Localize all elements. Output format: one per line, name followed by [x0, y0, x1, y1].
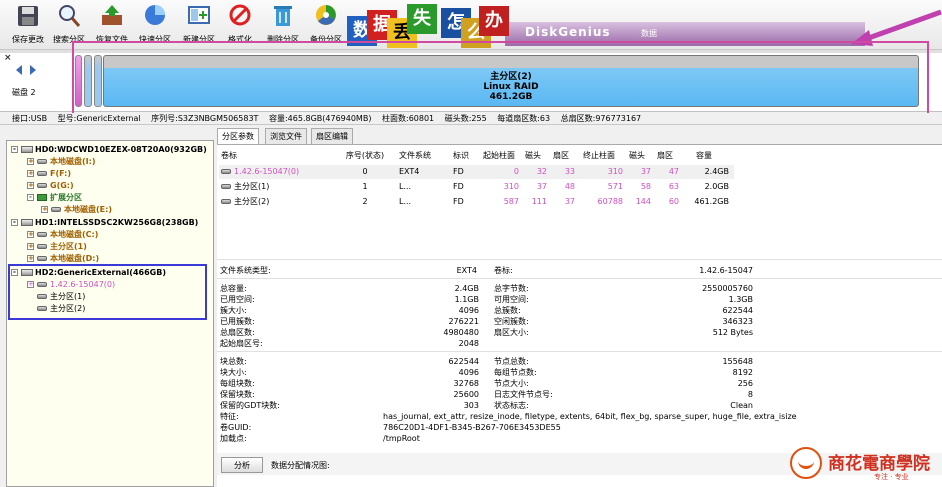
- close-icon[interactable]: ×: [4, 53, 12, 63]
- info-interface: 接口:USB: [12, 114, 48, 123]
- partition-icon: [37, 159, 47, 164]
- table-header: 卷标 序号(状态) 文件系统 标识 起始柱面 磁头 扇区 终止柱面 磁头 扇区 …: [219, 149, 734, 163]
- banner-tile: 办: [479, 6, 509, 36]
- volume-value: 1.42.6-15047: [699, 266, 753, 275]
- search-icon: [59, 5, 81, 27]
- banner-tile: 失: [407, 4, 437, 34]
- col-flag[interactable]: 标识: [453, 149, 469, 163]
- next-disk-icon[interactable]: [30, 65, 36, 75]
- partition-icon: [51, 207, 61, 212]
- tab-sector-edit[interactable]: 扇区编辑: [311, 128, 353, 144]
- tree-node-extended[interactable]: - 扩展分区: [27, 192, 82, 203]
- col-start-head[interactable]: 磁头: [519, 149, 547, 163]
- analyze-button[interactable]: 分析: [221, 457, 263, 473]
- divider: [217, 259, 942, 260]
- tree-node-e[interactable]: + 本地磁盘(E:): [41, 204, 112, 215]
- tab-browse-files[interactable]: 浏览文件: [265, 128, 307, 144]
- tree-node-g[interactable]: + G(G:): [27, 180, 74, 191]
- tree-node-hd0[interactable]: - HD0:WDCWD10EZEX-08T20A0(932GB): [11, 144, 207, 155]
- annotation-box-blue: [8, 264, 207, 320]
- col-index[interactable]: 序号(状态): [339, 149, 391, 163]
- partition-icon: [37, 171, 47, 176]
- diskgenius-window: 保存更改 搜索分区 恢复文件 快速分区 新建分区 格式化 删除分区 备份分区 数…: [0, 0, 942, 487]
- watermark-sub: 专注 · 专业: [874, 473, 909, 481]
- col-capacity[interactable]: 容量: [679, 149, 729, 163]
- allocation-map-label: 数据分配情况图:: [271, 461, 330, 470]
- banner-brand: DiskGenius: [525, 25, 611, 39]
- disk-icon: [21, 219, 33, 226]
- expander[interactable]: -: [27, 194, 34, 201]
- prev-disk-icon[interactable]: [16, 65, 22, 75]
- partition-icon: [221, 169, 231, 174]
- format-icon: [229, 4, 251, 26]
- expander[interactable]: +: [27, 231, 34, 238]
- recover-icon: [102, 5, 122, 25]
- table-row[interactable]: 主分区(1) 1 L... FD 310 37 48 571 58 63 2.0…: [219, 180, 734, 194]
- mount-value: /tmpRoot: [383, 434, 420, 443]
- info-total-sectors: 总扇区数:976773167: [560, 114, 642, 123]
- disk-icon: [21, 146, 33, 153]
- tree-node-i[interactable]: + 本地磁盘(I:): [27, 156, 96, 167]
- partition-params-panel: 卷标 序号(状态) 文件系统 标识 起始柱面 磁头 扇区 终止柱面 磁头 扇区 …: [217, 144, 942, 487]
- partition-icon: [37, 183, 47, 188]
- volume-label: 卷标:: [494, 266, 513, 275]
- banner-brand-sub: 数据: [641, 29, 657, 38]
- table-row[interactable]: 1.42.6-15047(0) 0 EXT4 FD 0 32 33 310 37…: [219, 165, 734, 179]
- disk-label: 磁盘 2: [12, 88, 36, 97]
- col-end-sector[interactable]: 扇区: [651, 149, 679, 163]
- fs-type-value: EXT4: [456, 266, 477, 275]
- partition-icon: [221, 199, 231, 204]
- col-end-cyl[interactable]: 终止柱面: [575, 149, 623, 163]
- col-end-head[interactable]: 磁头: [623, 149, 651, 163]
- fs-type-label: 文件系统类型:: [220, 266, 271, 275]
- expander[interactable]: +: [27, 255, 34, 262]
- info-capacity: 容量:465.8GB(476940MB): [268, 114, 372, 123]
- partition-icon: [221, 184, 231, 189]
- tree-node-d[interactable]: + 本地磁盘(D:): [27, 253, 99, 264]
- new-partition-icon: [188, 6, 210, 24]
- tab-partition-params[interactable]: 分区参数: [217, 128, 259, 145]
- expander[interactable]: +: [27, 182, 34, 189]
- info-heads: 磁头数:255: [444, 114, 487, 123]
- info-serial: 序列号:S3Z3NBGM506583T: [151, 114, 259, 123]
- col-start-cyl[interactable]: 起始柱面: [479, 149, 519, 163]
- tree-node-c[interactable]: + 本地磁盘(C:): [27, 229, 98, 240]
- info-sectors-per-track: 每道扇区数:63: [497, 114, 551, 123]
- partition-icon: [37, 232, 47, 237]
- guid-label: 卷GUID:: [220, 423, 252, 432]
- partition-icon: [37, 244, 47, 249]
- expander[interactable]: +: [41, 206, 48, 213]
- expander[interactable]: -: [11, 219, 18, 226]
- partition-icon: [37, 256, 47, 261]
- tree-node-hd1[interactable]: - HD1:INTELSSDSC2KW256G8(238GB): [11, 217, 198, 228]
- delete-icon: [274, 6, 292, 26]
- watermark-title: 商花電商學院: [828, 454, 930, 474]
- divider: [217, 278, 942, 279]
- tree-node-hd1-primary1[interactable]: + 主分区(1): [27, 241, 87, 252]
- annotation-box-pink: [72, 41, 929, 115]
- features-label: 特征:: [220, 412, 239, 421]
- backup-icon: [316, 5, 336, 25]
- col-start-sector[interactable]: 扇区: [547, 149, 575, 163]
- expander[interactable]: -: [11, 146, 18, 153]
- disk-info-bar: 接口:USB 型号:GenericExternal 序列号:S3Z3NBGM50…: [0, 113, 942, 125]
- table-row[interactable]: 主分区(2) 2 L... FD 587 111 37 60788 144 60…: [219, 195, 734, 209]
- divider: [217, 351, 942, 352]
- watermark-logo-icon: [790, 447, 822, 479]
- features-value: has_journal, ext_attr, resize_inode, fil…: [383, 412, 797, 421]
- col-fs[interactable]: 文件系统: [399, 149, 431, 163]
- tree-node-f[interactable]: + F(F:): [27, 168, 71, 179]
- info-model: 型号:GenericExternal: [57, 114, 141, 123]
- guid-value: 786C20D1-4DF1-B345-B267-706E3453DE55: [383, 423, 561, 432]
- info-cylinders: 柱面数:60801: [382, 114, 435, 123]
- mount-label: 加载点:: [220, 434, 247, 443]
- expander[interactable]: +: [27, 170, 34, 177]
- watermark: 商花電商學院 专注 · 专业: [786, 445, 940, 485]
- expander[interactable]: +: [27, 243, 34, 250]
- quick-partition-icon: [145, 5, 165, 25]
- extended-partition-icon: [37, 194, 47, 201]
- col-label[interactable]: 卷标: [221, 149, 237, 163]
- save-icon: [18, 6, 38, 26]
- expander[interactable]: +: [27, 158, 34, 165]
